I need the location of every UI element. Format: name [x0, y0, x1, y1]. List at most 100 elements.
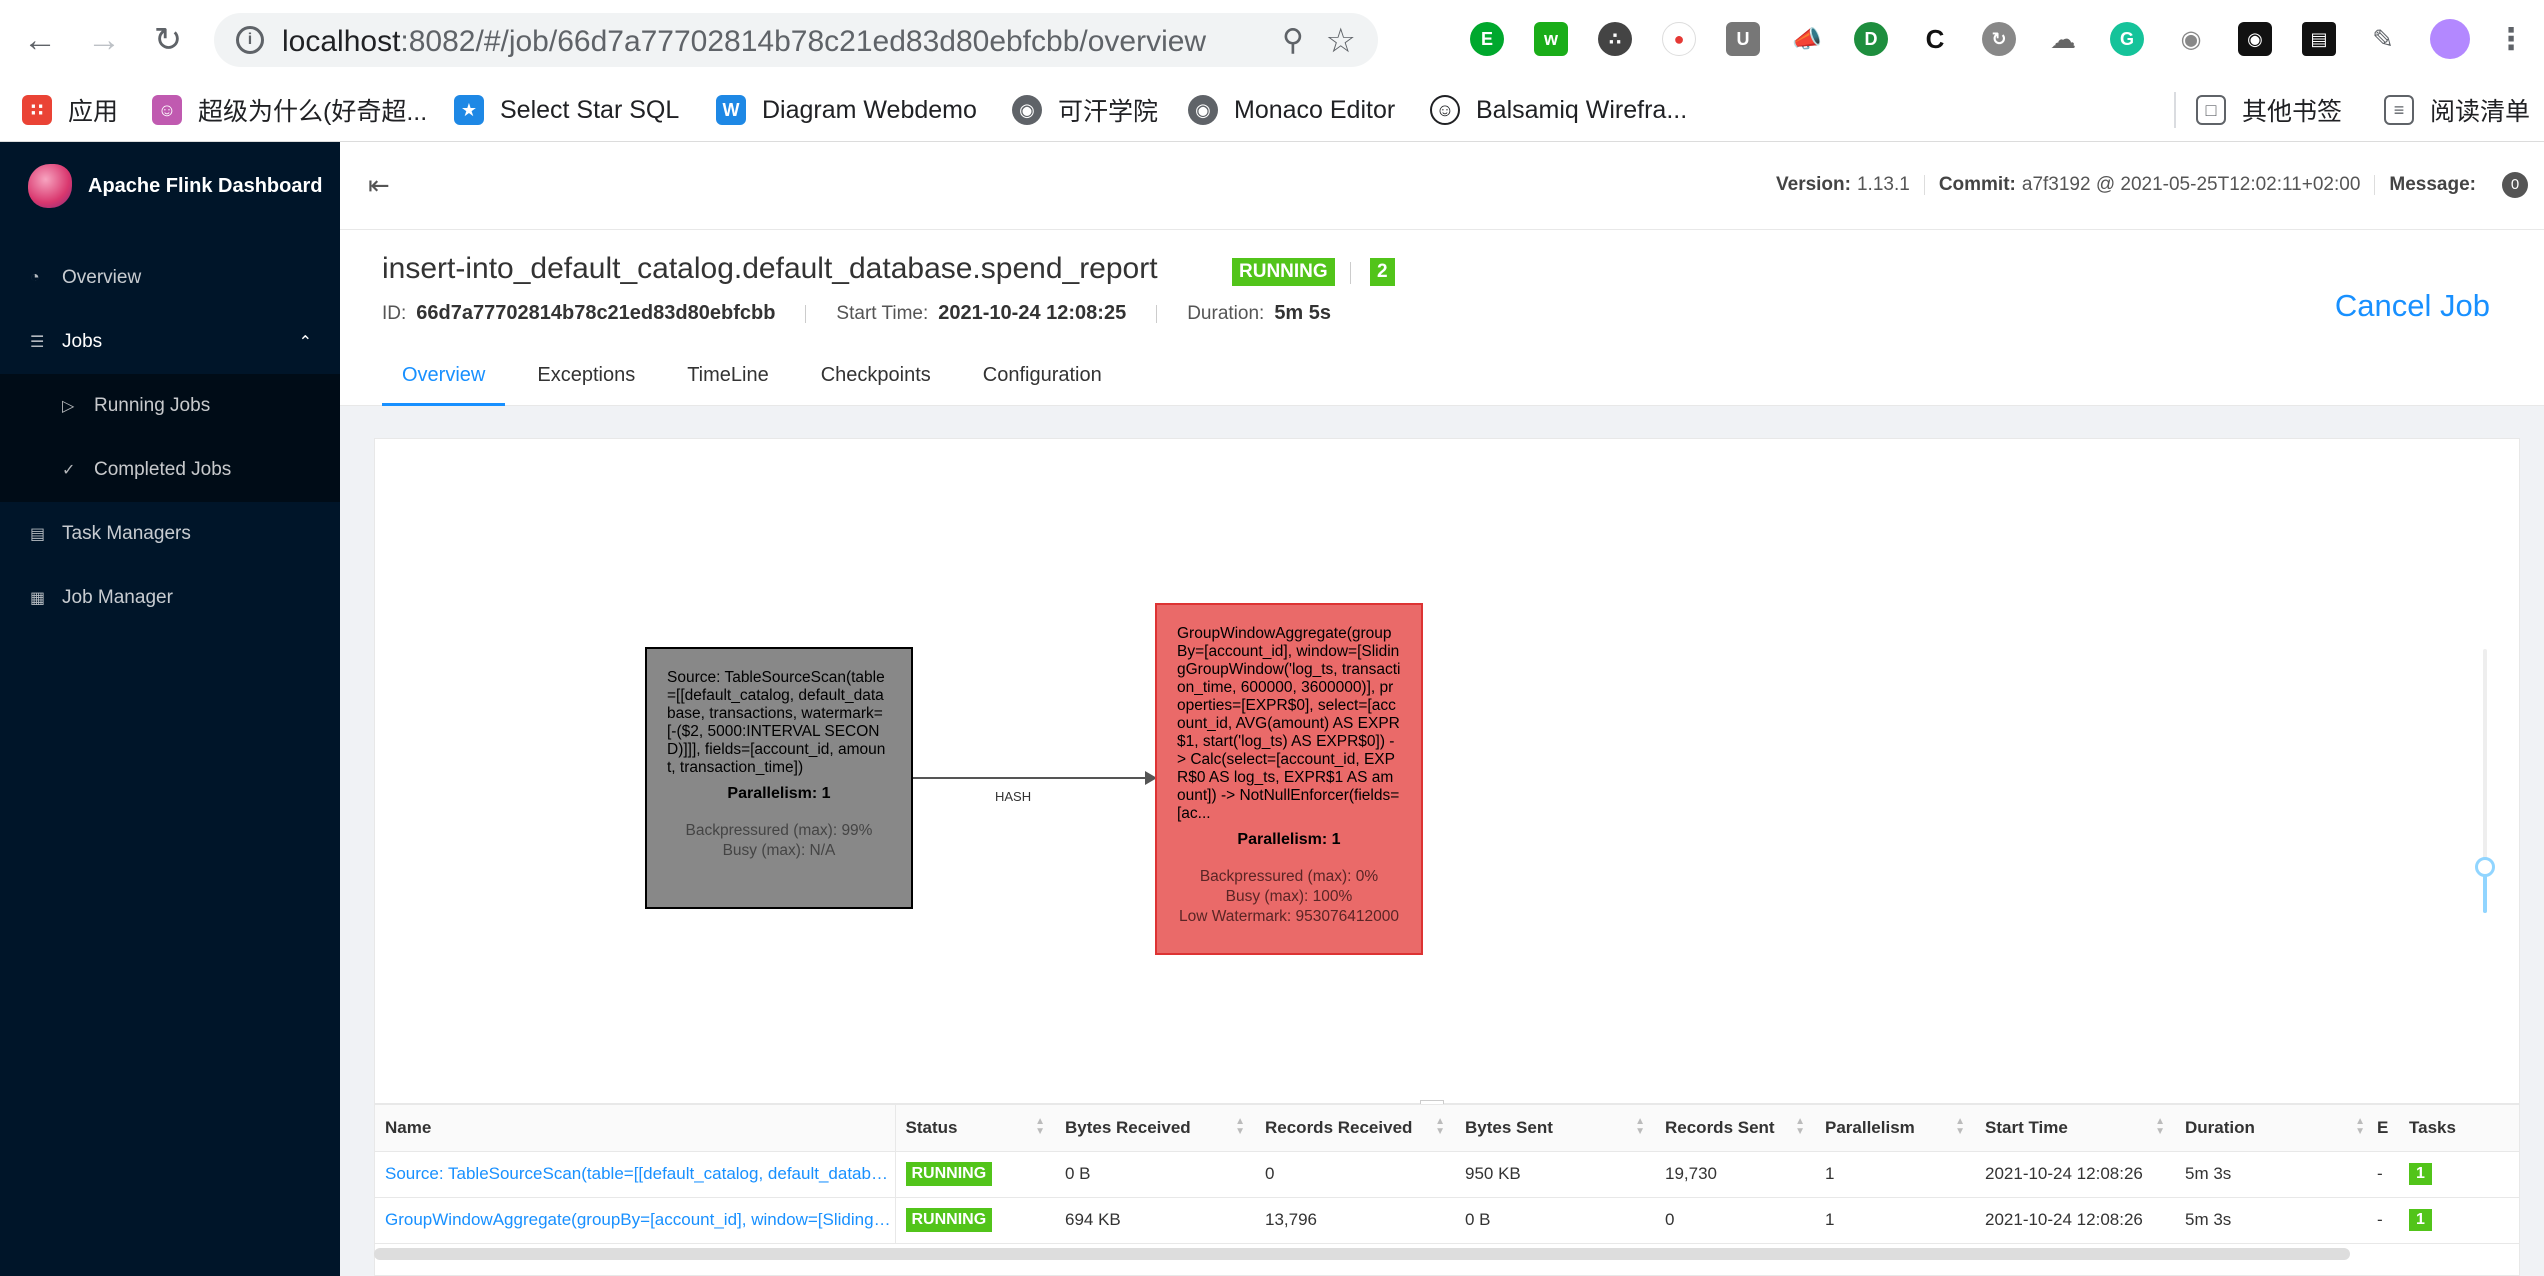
tab-timeline[interactable]: TimeLine [667, 350, 789, 406]
sort-icon[interactable]: ▲ ▼ [1235, 1117, 1245, 1137]
table-row[interactable]: Source: TableSourceScan(table=[[default_… [375, 1151, 2519, 1198]
edge-label: HASH [995, 789, 1032, 804]
zoom-slider-handle[interactable] [2475, 857, 2495, 877]
node-backpressure: Backpressured (max): 99% [685, 822, 873, 839]
job-duration: 5m 5s [1274, 302, 1332, 324]
arrow-right-icon: → [87, 20, 121, 59]
record-extension-icon[interactable]: ● [1662, 22, 1696, 56]
column-header-bytes-sent[interactable]: Bytes Sent ▲ ▼ [1455, 1105, 1655, 1152]
table-row[interactable]: GroupWindowAggregate(groupBy=[account_id… [375, 1197, 2519, 1244]
reload-button[interactable]: ↻ [146, 18, 190, 62]
bytes-sent: 950 KB [1455, 1151, 1655, 1198]
tampermonkey-extension-icon[interactable]: ◉ [2238, 22, 2272, 56]
evernote-extension-icon[interactable]: E [1470, 22, 1504, 56]
column-header-duration[interactable]: Duration ▲ ▼ [2175, 1105, 2375, 1152]
sidebar-item-overview[interactable]: ◔ Overview [0, 246, 340, 310]
sort-icon[interactable]: ▲ ▼ [1635, 1117, 1645, 1137]
sort-icon[interactable]: ▲ ▼ [1955, 1117, 1965, 1137]
address-bar[interactable]: i localhost:8082/#/job/66d7a77702814b78c… [214, 13, 1378, 67]
dots-extension-icon[interactable]: ∴ [1598, 22, 1632, 56]
status-badge: RUNNING [905, 1208, 993, 1232]
commit-value: a7f3192 @ 2021-05-25T12:02:11+02:00 [2021, 174, 2361, 195]
graph-node-aggregate[interactable]: GroupWindowAggregate(groupBy=[account_id… [1155, 603, 1423, 955]
sync-extension-icon[interactable]: ↻ [1982, 22, 2016, 56]
back-button[interactable]: ← [18, 18, 62, 62]
sidebar-item-task-managers[interactable]: ▤ Task Managers [0, 502, 340, 566]
site-info-icon[interactable]: i [236, 26, 264, 54]
other-bookmarks-folder[interactable]: □ 其他书签 [2196, 88, 2342, 132]
url-text[interactable]: localhost:8082/#/job/66d7a77702814b78c21… [282, 25, 1206, 59]
bookmark-item[interactable]: ◉ Monaco Editor [1188, 88, 1395, 132]
cluster-icon: ▦ [30, 590, 46, 607]
camera-extension-icon[interactable]: ◉ [2174, 22, 2208, 56]
column-header-end-time[interactable]: E [2375, 1105, 2399, 1152]
bookmark-item[interactable]: ◉ 可汗学院 [1012, 88, 1158, 132]
cancel-job-button[interactable]: Cancel Job [2335, 288, 2490, 324]
sort-icon[interactable]: ▲ ▼ [1035, 1117, 1045, 1137]
end-time: - [2375, 1197, 2399, 1244]
column-header-bytes-received[interactable]: Bytes Received ▲ ▼ [1055, 1105, 1255, 1152]
puzzle-extensions-icon[interactable]: ✎ [2366, 22, 2400, 56]
job-graph[interactable]: Source: TableSourceScan(table=[[default_… [374, 438, 2520, 1104]
browser-chrome: ← → ↻ i localhost:8082/#/job/66d7a777028… [0, 0, 2544, 142]
sort-icon[interactable]: ▲ ▼ [1795, 1117, 1805, 1137]
sort-icon[interactable]: ▲ ▼ [2355, 1117, 2365, 1137]
bookmark-item[interactable]: ☺ Balsamiq Wirefra... [1430, 88, 1687, 132]
graph-node-source[interactable]: Source: TableSourceScan(table=[[default_… [645, 647, 913, 909]
sort-icon[interactable]: ▲ ▼ [2155, 1117, 2165, 1137]
vertex-name-link[interactable]: Source: TableSourceScan(table=[[default_… [375, 1151, 896, 1198]
job-info: ID: 66d7a77702814b78c21ed83d80ebfcbb Star… [382, 302, 1332, 324]
bookmark-item[interactable]: W Diagram Webdemo [716, 88, 977, 132]
megaphone-extension-icon[interactable]: 📣 [1790, 22, 1824, 56]
duration: 5m 3s [2175, 1197, 2375, 1244]
parallelism: 1 [1815, 1197, 1975, 1244]
bookmark-item[interactable]: ★ Select Star SQL [454, 88, 679, 132]
cloud-extension-icon[interactable]: ☁ [2046, 22, 2080, 56]
apps-grid-icon: ∷ [22, 95, 52, 125]
table-horizontal-scrollbar[interactable] [374, 1248, 2350, 1260]
zoom-icon[interactable]: ⚲ [1282, 23, 1304, 58]
start-time: 2021-10-24 12:08:26 [1975, 1151, 2175, 1198]
job-tabs: Overview Exceptions TimeLine Checkpoints… [382, 350, 1134, 406]
sidebar-item-jobs[interactable]: ☰ Jobs ⌃ [0, 310, 340, 374]
archive-extension-icon[interactable]: ▤ [2302, 22, 2336, 56]
tab-overview[interactable]: Overview [382, 350, 506, 406]
wechat-extension-icon[interactable]: w [1534, 22, 1568, 56]
grammarly-extension-icon[interactable]: G [2110, 22, 2144, 56]
bookmark-item[interactable]: ☺ 超级为什么(好奇超... [152, 88, 427, 132]
check-circle-icon: ✓ [62, 462, 76, 479]
task-count-badge: 1 [2409, 1209, 2432, 1231]
tab-checkpoints[interactable]: Checkpoints [801, 350, 951, 406]
app-logo[interactable]: Apache Flink Dashboard [0, 142, 340, 230]
message-count-badge[interactable]: 0 [2502, 172, 2528, 198]
d-extension-icon[interactable]: D [1854, 22, 1888, 56]
forward-button[interactable]: → [82, 18, 126, 62]
sidebar-item-completed-jobs[interactable]: ✓ Completed Jobs [0, 438, 340, 502]
column-header-status[interactable]: Status ▲ ▼ [895, 1105, 1055, 1152]
records-sent: 0 [1655, 1197, 1815, 1244]
tab-exceptions[interactable]: Exceptions [517, 350, 655, 406]
profile-avatar[interactable] [2430, 19, 2470, 59]
divider [2374, 175, 2376, 195]
vertex-name-link[interactable]: GroupWindowAggregate(groupBy=[account_id… [375, 1197, 896, 1244]
column-header-records-sent[interactable]: Records Sent ▲ ▼ [1655, 1105, 1815, 1152]
column-header-records-received[interactable]: Records Received ▲ ▼ [1255, 1105, 1455, 1152]
browser-menu-icon[interactable]: ⋮ [2494, 22, 2528, 56]
globe-icon: ◉ [1012, 95, 1042, 125]
bytes-received: 694 KB [1055, 1197, 1255, 1244]
ublock-extension-icon[interactable]: U [1726, 22, 1760, 56]
sidebar-item-job-manager[interactable]: ▦ Job Manager [0, 566, 340, 630]
column-header-start-time[interactable]: Start Time ▲ ▼ [1975, 1105, 2175, 1152]
sort-icon[interactable]: ▲ ▼ [1435, 1117, 1445, 1137]
job-status-badge: RUNNING [1232, 258, 1335, 286]
bookmark-star-icon[interactable]: ☆ [1326, 21, 1356, 61]
column-header-parallelism[interactable]: Parallelism ▲ ▼ [1815, 1105, 1975, 1152]
reading-list-button[interactable]: ≡ 阅读清单 [2384, 88, 2530, 132]
menu-fold-icon[interactable]: ⇤ [368, 170, 390, 201]
node-watermark: Low Watermark: 953076412000 [1178, 908, 1399, 925]
c-extension-icon[interactable]: C [1918, 22, 1952, 56]
tab-configuration[interactable]: Configuration [963, 350, 1122, 406]
node-backpressure: Backpressured (max): 0% [1199, 868, 1379, 885]
bookmark-item[interactable]: ∷ 应用 [22, 88, 118, 132]
sidebar-item-running-jobs[interactable]: ▷ Running Jobs [0, 374, 340, 438]
